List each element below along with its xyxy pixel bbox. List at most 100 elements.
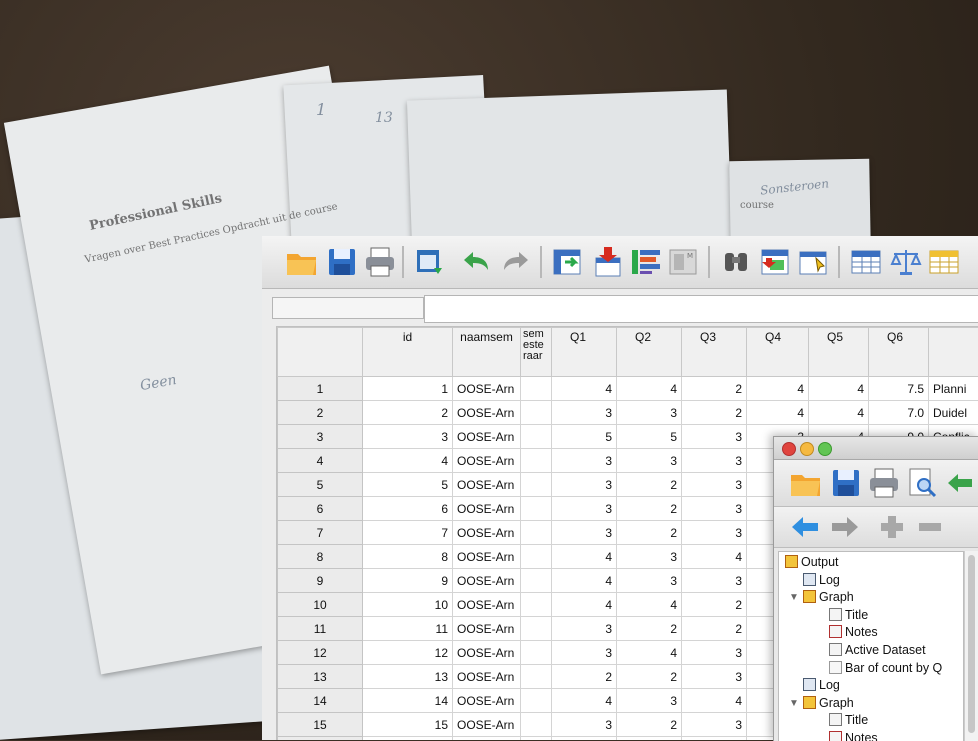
cell-naamsem[interactable]: OOSE-Arn	[453, 617, 521, 641]
cell-naamsem[interactable]: OOSE-Arn	[453, 737, 521, 741]
cell-q3[interactable]: 3	[682, 497, 747, 521]
open-folder-icon[interactable]	[284, 244, 320, 280]
column-header[interactable]: Q6	[869, 328, 929, 377]
cell-q2[interactable]: 4	[617, 593, 682, 617]
print-icon[interactable]	[866, 465, 902, 501]
row-header[interactable]: 2	[278, 401, 363, 425]
cell-q2[interactable]: 5	[617, 425, 682, 449]
cell-q3[interactable]: 3	[682, 569, 747, 593]
cell-q2[interactable]: 2	[617, 521, 682, 545]
cell-id[interactable]: 8	[363, 545, 453, 569]
cell-naamsem[interactable]: OOSE-Arn	[453, 713, 521, 737]
cell-q2[interactable]: 3	[617, 569, 682, 593]
cell-q3[interactable]: 3	[682, 449, 747, 473]
zoom-window-button[interactable]	[818, 442, 832, 456]
cell-semester[interactable]	[521, 617, 552, 641]
cell-naamsem[interactable]: OOSE-Arn	[453, 473, 521, 497]
column-header[interactable]: Q4	[747, 328, 809, 377]
cell-q3[interactable]: 3	[682, 641, 747, 665]
cell-semester[interactable]	[521, 569, 552, 593]
demote-arrow-icon[interactable]	[826, 509, 862, 545]
cell-semester[interactable]	[521, 521, 552, 545]
cell-text[interactable]: Duidel	[929, 401, 978, 425]
column-header[interactable]: Q1	[552, 328, 617, 377]
collapse-minus-icon[interactable]	[912, 509, 948, 545]
cell-semester[interactable]	[521, 449, 552, 473]
row-header[interactable]: 13	[278, 665, 363, 689]
cell-q6[interactable]: 7.0	[869, 401, 929, 425]
find-icon[interactable]	[718, 244, 754, 280]
goto-case-icon[interactable]	[550, 244, 586, 280]
cell-reference-field[interactable]	[272, 297, 424, 319]
row-header[interactable]: 7	[278, 521, 363, 545]
cell-id[interactable]: 11	[363, 617, 453, 641]
cell-id[interactable]: 1	[363, 377, 453, 401]
cell-semester[interactable]	[521, 473, 552, 497]
weight-cases-icon[interactable]	[888, 244, 924, 280]
promote-arrow-icon[interactable]	[788, 509, 824, 545]
cell-q1[interactable]: 3	[552, 497, 617, 521]
cell-q2[interactable]: 2	[617, 473, 682, 497]
cell-id[interactable]: 15	[363, 713, 453, 737]
row-header[interactable]: 4	[278, 449, 363, 473]
cell-q5[interactable]: 4	[809, 401, 869, 425]
cell-q3[interactable]: 3	[682, 425, 747, 449]
row-header[interactable]: 10	[278, 593, 363, 617]
cell-q2[interactable]: 3	[617, 449, 682, 473]
cell-id[interactable]: 10	[363, 593, 453, 617]
expand-plus-icon[interactable]	[874, 509, 910, 545]
cell-q3[interactable]: 4	[682, 737, 747, 741]
cell-value-field[interactable]	[424, 295, 978, 323]
save-icon[interactable]	[324, 244, 360, 280]
outline-item[interactable]: Notes	[829, 624, 878, 641]
cell-naamsem[interactable]: OOSE-Arn	[453, 377, 521, 401]
cell-q2[interactable]: 2	[617, 713, 682, 737]
cell-q3[interactable]: 3	[682, 521, 747, 545]
cell-semester[interactable]	[521, 377, 552, 401]
cell-q2[interactable]: 3	[617, 545, 682, 569]
cell-q1[interactable]: 3	[552, 401, 617, 425]
column-header[interactable]: Q2	[617, 328, 682, 377]
disclosure-triangle-icon[interactable]: ▼	[789, 592, 799, 603]
cell-q1[interactable]: 3	[552, 737, 617, 741]
outline-item[interactable]: Output	[785, 554, 839, 571]
outline-item[interactable]: Log	[803, 677, 840, 694]
column-header[interactable]: Q5	[809, 328, 869, 377]
cell-semester[interactable]	[521, 713, 552, 737]
column-header[interactable]: naamsem	[453, 328, 521, 377]
disclosure-triangle-icon[interactable]: ▼	[789, 698, 799, 709]
cell-semester[interactable]	[521, 593, 552, 617]
cell-q1[interactable]: 4	[552, 377, 617, 401]
outline-item[interactable]: Title	[829, 607, 868, 624]
outline-scrollbar[interactable]	[964, 551, 978, 741]
cell-id[interactable]: 2	[363, 401, 453, 425]
cell-q1[interactable]: 3	[552, 521, 617, 545]
cell-id[interactable]: 16	[363, 737, 453, 741]
outline-item[interactable]: Graph	[803, 695, 854, 712]
dialog-recall-icon[interactable]	[412, 244, 448, 280]
cell-q2[interactable]: 4	[617, 641, 682, 665]
select-cases-icon[interactable]	[926, 244, 962, 280]
cell-q2[interactable]: 2	[617, 497, 682, 521]
cell-q4[interactable]: 4	[747, 377, 809, 401]
open-folder-icon[interactable]	[788, 465, 824, 501]
close-window-button[interactable]	[782, 442, 796, 456]
print-icon[interactable]	[362, 244, 398, 280]
row-header[interactable]: 5	[278, 473, 363, 497]
cell-naamsem[interactable]: OOSE-Arn	[453, 449, 521, 473]
cell-q1[interactable]: 5	[552, 425, 617, 449]
cell-q6[interactable]: 7.5	[869, 377, 929, 401]
row-header[interactable]: 15	[278, 713, 363, 737]
cell-semester[interactable]	[521, 497, 552, 521]
cell-q1[interactable]: 4	[552, 545, 617, 569]
split-file-icon[interactable]	[848, 244, 884, 280]
cell-q2[interactable]: 3	[617, 689, 682, 713]
outline-item[interactable]: Graph	[803, 589, 854, 606]
cell-naamsem[interactable]: OOSE-Arn	[453, 641, 521, 665]
cell-q2[interactable]: 3	[617, 401, 682, 425]
cell-naamsem[interactable]: OOSE-Arn	[453, 545, 521, 569]
row-header[interactable]: 6	[278, 497, 363, 521]
row-header[interactable]: 1	[278, 377, 363, 401]
cell-q3[interactable]: 3	[682, 713, 747, 737]
row-header[interactable]: 8	[278, 545, 363, 569]
